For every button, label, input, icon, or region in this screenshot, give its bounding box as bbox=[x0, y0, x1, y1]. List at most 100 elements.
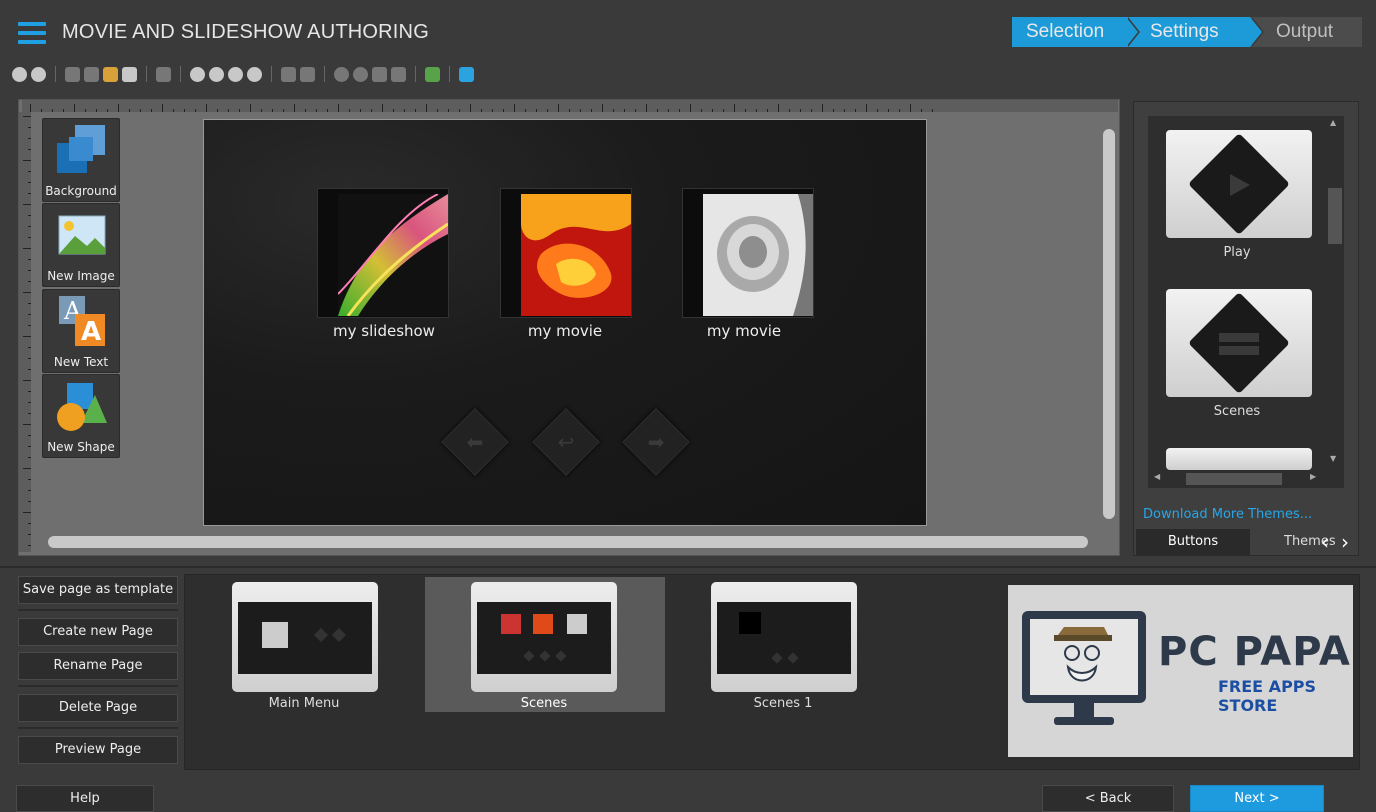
ruler-tick bbox=[569, 109, 570, 112]
themes-vertical-scrollbar[interactable]: ▲ ▼ bbox=[1328, 118, 1342, 468]
rotate-left-icon[interactable] bbox=[334, 66, 349, 82]
ruler-tick bbox=[459, 109, 460, 112]
page-item-scenes-1[interactable]: Scenes 1 bbox=[690, 578, 890, 712]
ruler-tick bbox=[602, 104, 603, 112]
save-page-as-template-button[interactable]: Save page as template bbox=[18, 576, 178, 604]
section-divider bbox=[0, 566, 1376, 568]
menu-stage[interactable]: my slideshow my movie my movie ⬅ ↩ ➡ bbox=[203, 119, 927, 526]
preview-page-button[interactable]: Preview Page bbox=[18, 736, 178, 764]
zoom-100-icon[interactable] bbox=[247, 66, 262, 82]
step-settings[interactable]: Settings bbox=[1126, 17, 1264, 47]
back-button[interactable]: < Back bbox=[1042, 785, 1174, 812]
ruler-tick bbox=[613, 109, 614, 112]
new-text-tool[interactable]: A A New Text bbox=[42, 289, 120, 373]
ruler-tick bbox=[162, 104, 163, 112]
zoom-fit-icon[interactable] bbox=[228, 66, 243, 82]
ruler-tick bbox=[503, 109, 504, 112]
ruler-tick bbox=[580, 109, 581, 112]
ruler-tick bbox=[305, 109, 306, 112]
rename-page-button[interactable]: Rename Page bbox=[18, 652, 178, 680]
arrow-right-icon: ➡ bbox=[647, 430, 665, 454]
ruler-tick bbox=[28, 523, 31, 524]
step-output[interactable]: Output bbox=[1250, 17, 1362, 47]
ruler-tick bbox=[327, 109, 328, 112]
ruler-tick bbox=[28, 413, 31, 414]
theme-card-scenes[interactable] bbox=[1166, 289, 1312, 397]
tool-label: New Text bbox=[53, 355, 109, 369]
ruler-tick bbox=[338, 104, 339, 112]
paste-icon[interactable] bbox=[103, 66, 118, 82]
scroll-right-icon[interactable]: ▶ bbox=[1310, 472, 1316, 481]
ruler-tick bbox=[28, 534, 31, 535]
theme-card-partial[interactable] bbox=[1166, 448, 1312, 470]
ruler-tick bbox=[28, 314, 31, 315]
ruler-tick bbox=[250, 104, 251, 112]
background-tool[interactable]: Background bbox=[42, 118, 120, 202]
ruler-tick bbox=[734, 104, 735, 112]
button-divider bbox=[18, 609, 178, 611]
page-item-main-menu[interactable]: Main Menu bbox=[210, 578, 410, 712]
create-new-page-button[interactable]: Create new Page bbox=[18, 618, 178, 646]
next-button[interactable]: Next > bbox=[1190, 785, 1324, 812]
arrow-left-icon: ⬅ bbox=[466, 430, 484, 454]
ruler-tick bbox=[28, 171, 31, 172]
new-shape-tool[interactable]: New Shape bbox=[42, 374, 120, 458]
ruler-tick bbox=[558, 104, 559, 112]
movie-thumbnail bbox=[703, 194, 813, 316]
ruler-tick bbox=[382, 104, 383, 112]
cut-icon[interactable] bbox=[65, 66, 80, 82]
flip-h-icon[interactable] bbox=[372, 66, 387, 82]
ruler-tick bbox=[23, 512, 31, 513]
ruler-tick bbox=[52, 109, 53, 112]
themes-horizontal-scrollbar[interactable]: ◀ ▶ bbox=[1154, 472, 1322, 486]
download-more-themes-link[interactable]: Download More Themes... bbox=[1143, 507, 1312, 522]
zoom-in-icon[interactable] bbox=[190, 66, 205, 82]
delete-page-button[interactable]: Delete Page bbox=[18, 694, 178, 722]
stage-item-movie-1[interactable] bbox=[500, 188, 632, 318]
scroll-left-icon[interactable]: ◀ bbox=[1154, 472, 1160, 481]
layers-icon[interactable] bbox=[459, 66, 474, 82]
canvas-vertical-scrollbar[interactable] bbox=[1100, 119, 1118, 525]
scroll-up-icon[interactable]: ▲ bbox=[1330, 118, 1340, 127]
canvas-horizontal-scrollbar[interactable] bbox=[36, 533, 1092, 551]
back-icon[interactable] bbox=[12, 66, 27, 82]
ruler-tick bbox=[23, 248, 31, 249]
page-label: Scenes 1 bbox=[753, 696, 813, 711]
stage-item-movie-2[interactable] bbox=[682, 188, 814, 318]
scroll-thumb[interactable] bbox=[1186, 473, 1282, 485]
ruler-tick bbox=[404, 109, 405, 112]
ruler-tick bbox=[756, 109, 757, 112]
hamburger-menu-icon[interactable] bbox=[18, 22, 46, 44]
chevron-left-icon[interactable]: ‹ bbox=[1316, 530, 1334, 554]
scroll-down-icon[interactable]: ▼ bbox=[1330, 454, 1340, 463]
theme-card-play[interactable] bbox=[1166, 130, 1312, 238]
scroll-thumb[interactable] bbox=[1328, 188, 1342, 244]
page-item-scenes[interactable]: Scenes bbox=[425, 577, 665, 712]
copy-icon[interactable] bbox=[84, 66, 99, 82]
rotate-right-icon[interactable] bbox=[353, 66, 368, 82]
page-thumbnail bbox=[711, 582, 857, 692]
step-selection[interactable]: Selection bbox=[1012, 17, 1140, 47]
delete-icon[interactable] bbox=[156, 66, 171, 82]
flip-v-icon[interactable] bbox=[391, 66, 406, 82]
button-theme-list[interactable]: Play Scenes bbox=[1148, 116, 1344, 488]
new-image-tool[interactable]: New Image bbox=[42, 203, 120, 287]
paste-special-icon[interactable] bbox=[122, 66, 137, 82]
tool-label: New Shape bbox=[47, 440, 115, 454]
help-button[interactable]: Help bbox=[16, 785, 154, 812]
tab-buttons[interactable]: Buttons bbox=[1136, 529, 1250, 555]
ruler-tick bbox=[30, 104, 31, 112]
forward-icon[interactable] bbox=[31, 66, 46, 82]
send-back-icon[interactable] bbox=[300, 66, 315, 82]
ruler-tick bbox=[415, 109, 416, 112]
ruler-tick bbox=[28, 303, 31, 304]
theme-label: Scenes bbox=[1213, 404, 1261, 419]
stage-item-slideshow[interactable] bbox=[317, 188, 449, 318]
ruler-tick bbox=[151, 109, 152, 112]
tool-label: New Image bbox=[47, 269, 115, 283]
image-icon[interactable] bbox=[425, 66, 440, 82]
bring-front-icon[interactable] bbox=[281, 66, 296, 82]
ruler-tick bbox=[877, 109, 878, 112]
zoom-out-icon[interactable] bbox=[209, 66, 224, 82]
chevron-right-icon[interactable]: › bbox=[1336, 530, 1354, 554]
